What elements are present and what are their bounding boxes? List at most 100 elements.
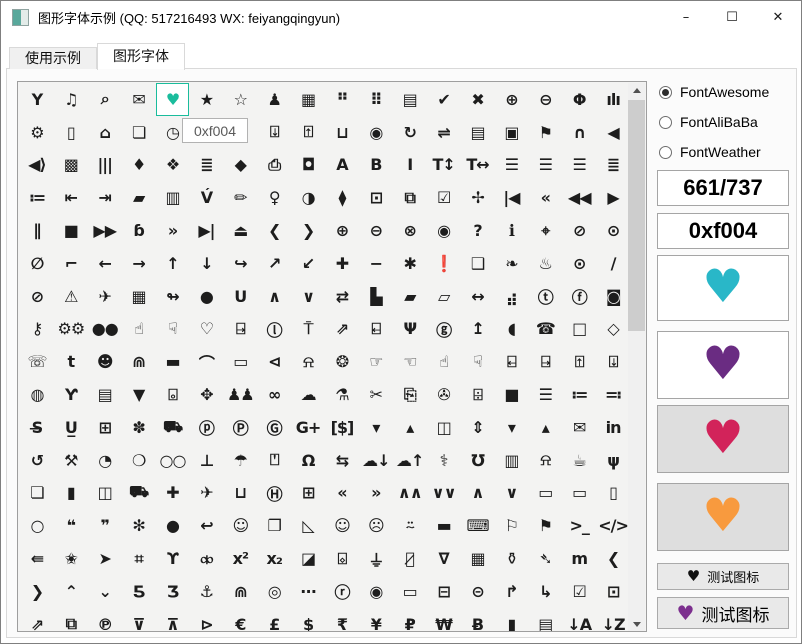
icon-star-o[interactable]: ☆ [223, 83, 257, 116]
icon-glass[interactable]: Y [20, 83, 54, 116]
icon-chain-broken[interactable]: ⧞ [189, 542, 223, 575]
icon-circle[interactable]: ● [156, 509, 190, 542]
icon-expand[interactable]: ↗ [257, 247, 291, 280]
icon-align-justify[interactable]: ≣ [596, 149, 630, 182]
icon-meh-o[interactable]: ⍨ [393, 509, 427, 542]
icon-arrow-down[interactable]: ↓ [189, 247, 223, 280]
test-icon-button-1[interactable]: ♥测试图标 [657, 563, 789, 590]
icon-calendar[interactable]: ▦ [122, 280, 156, 313]
icon-arrow-circle-up[interactable]: ⍐ [562, 345, 596, 378]
radio-fontawesome[interactable]: FontAwesome [659, 83, 769, 101]
icon-lock[interactable]: ▣ [494, 116, 528, 149]
icon-play-circle-o[interactable]: ◉ [359, 116, 393, 149]
icon-search[interactable]: ⌕ [88, 83, 122, 116]
icon-copy[interactable]: ⎘ [393, 378, 427, 411]
icon-chevron-circle-left[interactable]: ❮ [596, 542, 630, 575]
icon-arrows-h[interactable]: ↔ [461, 280, 495, 313]
icon-magic[interactable]: ✽ [122, 411, 156, 444]
close-button[interactable]: ✕ [755, 1, 801, 33]
icon-play-circle[interactable]: ◉ [359, 575, 393, 608]
icon-reply-all[interactable]: ⇚ [20, 542, 54, 575]
icon-thumb-tack[interactable]: ⍑ [291, 313, 325, 346]
icon-html5[interactable]: Ƽ [122, 575, 156, 608]
icon-save[interactable]: ⌹ [461, 378, 495, 411]
icon-rss-square[interactable]: ⓡ [325, 575, 359, 608]
icon-signal[interactable]: ılı [596, 83, 630, 116]
icon-shopping-cart[interactable]: ▙ [359, 280, 393, 313]
icon-ellipsis-h[interactable]: ⋯ [291, 575, 325, 608]
icon-caret-down[interactable]: ▾ [359, 411, 393, 444]
icon-film[interactable]: ▦ [291, 83, 325, 116]
icon-rub[interactable]: ₽ [393, 608, 427, 632]
icon-unlock-alt[interactable]: ⋒ [223, 575, 257, 608]
icon-strikethrough[interactable]: S̶ [20, 411, 54, 444]
icon-bookmark-o[interactable]: ◇ [596, 313, 630, 346]
icon-text-height[interactable]: T↕ [427, 149, 461, 182]
tab-usage-example[interactable]: 使用示例 [9, 47, 97, 69]
icon-backward[interactable]: ◀◀ [562, 181, 596, 214]
icon-book[interactable]: ≣ [189, 149, 223, 182]
tab-graphic-font[interactable]: 图形字体 [97, 43, 185, 70]
icon-key[interactable]: ⚷ [20, 313, 54, 346]
icon-umbrella[interactable]: ☂ [223, 444, 257, 477]
icon-inbox[interactable]: ⊔ [325, 116, 359, 149]
icon-certificate[interactable]: ❂ [325, 345, 359, 378]
icon-scissors[interactable]: ✂ [359, 378, 393, 411]
icon-user-md[interactable]: ⚕ [427, 444, 461, 477]
icon-hand-o-left[interactable]: ☜ [393, 345, 427, 378]
minimize-button[interactable]: – [663, 1, 709, 33]
icon-map-marker[interactable]: ♀ [257, 181, 291, 214]
icon-pinterest-square[interactable]: Ⓟ [223, 411, 257, 444]
icon-tags[interactable]: ❖ [156, 149, 190, 182]
icon-cloud-download[interactable]: ☁↓ [359, 444, 393, 477]
icon-times[interactable]: ✖ [461, 83, 495, 116]
icon-cogs[interactable]: ⚙⚙ [54, 313, 88, 346]
icon-btc[interactable]: Ƀ [461, 608, 495, 632]
icon-leaf[interactable]: ❧ [494, 247, 528, 280]
icon-share-square-o[interactable]: ⧉ [393, 181, 427, 214]
icon-step-backward[interactable]: |◀ [494, 181, 528, 214]
icon-forward[interactable]: ▶▶ [88, 214, 122, 247]
icon-random[interactable]: ↬ [156, 280, 190, 313]
icon-adjust[interactable]: ◑ [291, 181, 325, 214]
icon-truck[interactable]: ⛟ [156, 411, 190, 444]
icon-circle-o[interactable]: ○ [20, 509, 54, 542]
icon-envelope-o[interactable]: ✉ [122, 83, 156, 116]
icon-globe[interactable]: ◍ [20, 378, 54, 411]
icon-plus-square[interactable]: ⊞ [291, 477, 325, 510]
icon-hand-o-down[interactable]: ☟ [461, 345, 495, 378]
icon-undo[interactable]: ↺ [20, 444, 54, 477]
icon-trash-o[interactable]: ▯ [54, 116, 88, 149]
icon-qrcode[interactable]: ▩ [54, 149, 88, 182]
icon-gbp[interactable]: £ [257, 608, 291, 632]
icon-folder-o[interactable]: ❐ [257, 509, 291, 542]
icon-phone-square[interactable]: ☏ [20, 345, 54, 378]
icon-step-forward[interactable]: ▶| [189, 214, 223, 247]
icon-fighter-jet[interactable]: ✈ [189, 477, 223, 510]
icon-crosshairs[interactable]: ⌖ [528, 214, 562, 247]
icon-plane[interactable]: ✈ [88, 280, 122, 313]
icon-gavel[interactable]: ⚒ [54, 444, 88, 477]
icon-css3[interactable]: Ʒ [156, 575, 190, 608]
icon-filter[interactable]: ▼ [122, 378, 156, 411]
icon-credit-card[interactable]: ▬ [156, 345, 190, 378]
icon-subscript[interactable]: x₂ [257, 542, 291, 575]
icon-github[interactable]: ☻ [88, 345, 122, 378]
scrollbar-thumb[interactable] [628, 100, 645, 331]
icon-chevron-down[interactable]: ∨ [291, 280, 325, 313]
icon-quote-right[interactable]: ❞ [88, 509, 122, 542]
icon-list[interactable]: ≔ [20, 181, 54, 214]
icon-angle-double-right[interactable]: » [359, 477, 393, 510]
icon-calendar-o[interactable]: ▦ [461, 542, 495, 575]
icon-eye-slash[interactable]: ⊘ [20, 280, 54, 313]
icon-eye[interactable]: ⊙ [562, 247, 596, 280]
icon-hdd-o[interactable]: ▭ [223, 345, 257, 378]
icon-angle-double-down[interactable]: ∨∨ [427, 477, 461, 510]
icon-times-circle[interactable]: ⊗ [393, 214, 427, 247]
icon-comments-o[interactable]: ○○ [156, 444, 190, 477]
icon-th-list[interactable]: ▤ [393, 83, 427, 116]
icon-fire-extinguisher[interactable]: ⚱ [494, 542, 528, 575]
icon-external-link-square[interactable]: ⇗ [20, 608, 54, 632]
icon-heart-o[interactable]: ♡ [189, 313, 223, 346]
icon-phone[interactable]: ☎ [528, 313, 562, 346]
